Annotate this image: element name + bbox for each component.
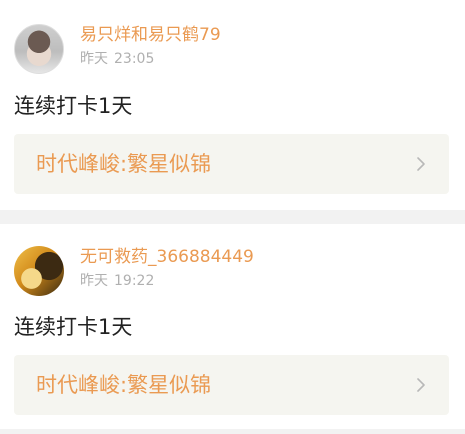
post-time-day: 昨天 xyxy=(80,51,108,67)
feed-divider xyxy=(0,210,465,224)
topic-link-card[interactable]: 时代峰峻:繁星似锦 xyxy=(14,134,449,194)
author-name[interactable]: 易只烊和易只鹤79 xyxy=(80,24,221,46)
topic-title: 时代峰峻:繁星似锦 xyxy=(36,373,212,397)
topic-title: 时代峰峻:繁星似锦 xyxy=(36,152,212,176)
post-time-day: 昨天 xyxy=(80,273,108,289)
post-content: 连续打卡1天 xyxy=(14,315,133,339)
post-time-clock: 23:05 xyxy=(114,51,155,67)
topic-link-card[interactable]: 时代峰峻:繁星似锦 xyxy=(14,355,449,415)
post-time-clock: 19:22 xyxy=(114,273,155,289)
author-name[interactable]: 无可救药_366884449 xyxy=(80,246,254,268)
post-timestamp: 昨天 19:22 xyxy=(80,272,154,290)
chevron-right-icon xyxy=(417,157,425,171)
feed-divider xyxy=(0,429,465,434)
avatar[interactable] xyxy=(14,24,64,74)
post-header: 无可救药_366884449 昨天 19:22 xyxy=(14,246,454,298)
avatar[interactable] xyxy=(14,246,64,296)
post-header: 易只烊和易只鹤79 昨天 23:05 xyxy=(14,24,454,76)
chevron-right-icon xyxy=(417,378,425,392)
post-item[interactable]: 无可救药_366884449 昨天 19:22 连续打卡1天 时代峰峻:繁星似锦 xyxy=(0,224,465,434)
post-content: 连续打卡1天 xyxy=(14,94,133,118)
post-item[interactable]: 易只烊和易只鹤79 昨天 23:05 连续打卡1天 时代峰峻:繁星似锦 xyxy=(0,0,465,210)
post-timestamp: 昨天 23:05 xyxy=(80,50,154,68)
post-feed: 易只烊和易只鹤79 昨天 23:05 连续打卡1天 时代峰峻:繁星似锦 无可救药_… xyxy=(0,0,465,434)
